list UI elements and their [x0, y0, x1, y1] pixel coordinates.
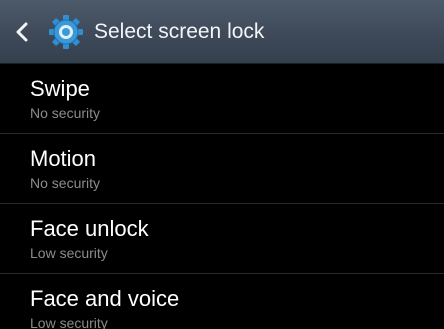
option-title: Face and voice — [30, 286, 180, 311]
option-security: No security — [30, 105, 101, 121]
option-face-unlock[interactable]: Face unlock Low security — [0, 204, 444, 274]
option-security: Low security — [30, 315, 108, 329]
option-title: Motion — [30, 146, 97, 171]
screen: Select screen lock Swipe No security Mot… — [0, 0, 444, 329]
option-swipe[interactable]: Swipe No security — [0, 64, 444, 134]
option-title: Face unlock — [30, 216, 149, 241]
back-button[interactable] — [8, 12, 88, 52]
page-title: Select screen lock — [94, 20, 265, 43]
gear-icon — [49, 15, 83, 49]
lock-option-list: Swipe No security Motion No security Fac… — [0, 64, 444, 329]
option-motion[interactable]: Motion No security — [0, 134, 444, 204]
option-security: No security — [30, 175, 101, 191]
option-security: Low security — [30, 245, 108, 261]
chevron-left-icon — [16, 22, 28, 42]
option-title: Swipe — [30, 76, 90, 101]
option-face-and-voice[interactable]: Face and voice Low security — [0, 274, 444, 329]
action-bar: Select screen lock — [0, 0, 444, 64]
